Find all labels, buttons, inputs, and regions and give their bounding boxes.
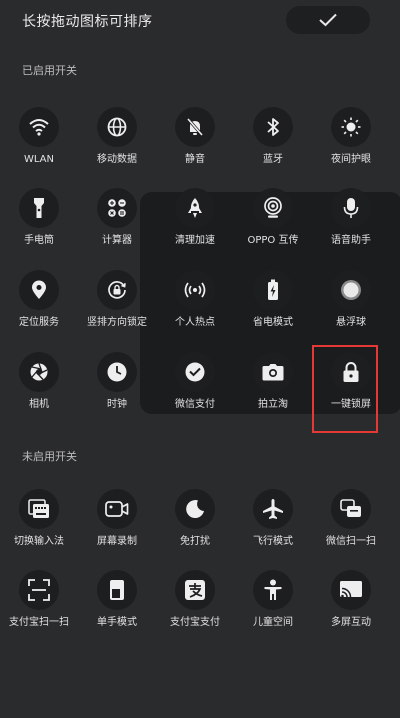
calculator-icon	[97, 188, 137, 228]
toggle-voice-assistant[interactable]: 语音助手	[312, 188, 390, 268]
toggle-label: 悬浮球	[336, 317, 366, 328]
toggle-label: 飞行模式	[253, 536, 293, 547]
rotation-lock-icon	[97, 270, 137, 310]
bluetooth-icon	[253, 107, 293, 147]
keyboard-icon	[19, 489, 59, 529]
check-icon	[319, 13, 337, 27]
location-icon	[19, 270, 59, 310]
toggle-hotspot[interactable]: 个人热点	[156, 270, 234, 350]
toggle-label: 时钟	[107, 399, 127, 410]
toggle-label: 静音	[185, 154, 205, 165]
toggle-pailitao[interactable]: 拍立淘	[234, 352, 312, 432]
toggle-label: 个人热点	[175, 317, 215, 328]
confirm-button[interactable]	[286, 6, 370, 34]
share-signal-icon	[253, 188, 293, 228]
video-record-icon	[97, 489, 137, 529]
airplane-icon	[253, 489, 293, 529]
toggle-label: 微信扫一扫	[326, 536, 376, 547]
mute-bell-icon	[175, 107, 215, 147]
toggle-label: 单手模式	[97, 617, 137, 628]
wifi-icon	[19, 107, 59, 147]
toggle-wlan[interactable]: WLAN	[0, 107, 78, 187]
toggle-calculator[interactable]: 计算器	[78, 188, 156, 268]
toggle-label: 竖排方向锁定	[87, 317, 147, 328]
toggle-location[interactable]: 定位服务	[0, 270, 78, 350]
toggle-label: 计算器	[102, 235, 132, 246]
wechat-scan-icon	[331, 489, 371, 529]
aperture-icon	[19, 352, 59, 392]
toggle-camera[interactable]: 相机	[0, 352, 78, 432]
toggle-label: 夜间护眼	[331, 154, 371, 165]
toggle-label: 定位服务	[19, 317, 59, 328]
toggle-rotation-lock[interactable]: 竖排方向锁定	[78, 270, 156, 350]
toggle-screen-record[interactable]: 屏幕录制	[78, 489, 156, 569]
toggle-label: 免打扰	[180, 536, 210, 547]
toggle-battery-saver[interactable]: 省电模式	[234, 270, 312, 350]
alipay-icon	[175, 570, 215, 610]
globe-icon	[97, 107, 137, 147]
toggle-label: 省电模式	[253, 317, 293, 328]
toggle-label: 切换输入法	[14, 536, 64, 547]
one-hand-icon	[97, 570, 137, 610]
hotspot-icon	[175, 270, 215, 310]
toggle-do-not-disturb[interactable]: 免打扰	[156, 489, 234, 569]
toggle-floating-ball[interactable]: 悬浮球	[312, 270, 390, 350]
toggle-label: 支付宝支付	[170, 617, 220, 628]
toggle-label: 清理加速	[175, 235, 215, 246]
moon-icon	[175, 489, 215, 529]
battery-saver-icon	[253, 270, 293, 310]
toggle-switch-input[interactable]: 切换输入法	[0, 489, 78, 569]
toggle-multi-screen[interactable]: 多屏互动	[312, 570, 390, 650]
night-eye-icon	[331, 107, 371, 147]
flashlight-icon	[19, 188, 59, 228]
toggle-mobile-data[interactable]: 移动数据	[78, 107, 156, 187]
toggle-night-eye[interactable]: 夜间护眼	[312, 107, 390, 187]
toggle-label: 移动数据	[97, 154, 137, 165]
toggle-alipay-scan[interactable]: 支付宝扫一扫	[0, 570, 78, 650]
camera-icon	[253, 352, 293, 392]
toggle-mute[interactable]: 静音	[156, 107, 234, 187]
toggle-wechat-scan[interactable]: 微信扫一扫	[312, 489, 390, 569]
toggle-flashlight[interactable]: 手电筒	[0, 188, 78, 268]
toggle-clock[interactable]: 时钟	[78, 352, 156, 432]
toggle-bluetooth[interactable]: 蓝牙	[234, 107, 312, 187]
toggle-alipay-pay[interactable]: 支付宝支付	[156, 570, 234, 650]
microphone-icon	[331, 188, 371, 228]
toggle-label: 蓝牙	[263, 154, 283, 165]
page-title: 长按拖动图标可排序	[22, 14, 153, 30]
toggle-label: OPPO 互传	[247, 235, 299, 246]
toggle-airplane[interactable]: 飞行模式	[234, 489, 312, 569]
highlight-box	[312, 345, 378, 433]
cast-screen-icon	[331, 570, 371, 610]
toggle-cleanup[interactable]: 清理加速	[156, 188, 234, 268]
disabled-section-label: 未启用开关	[22, 450, 77, 463]
toggle-label: 拍立淘	[258, 399, 288, 410]
toggle-label: 手电筒	[24, 235, 54, 246]
toggle-label: 多屏互动	[331, 617, 371, 628]
child-icon	[253, 570, 293, 610]
toggle-label: 儿童空间	[253, 617, 293, 628]
wechat-pay-icon	[175, 352, 215, 392]
toggle-label: 相机	[29, 399, 49, 410]
enabled-section-label: 已启用开关	[22, 64, 77, 77]
toggle-label: 支付宝扫一扫	[9, 617, 69, 628]
top-bar: 长按拖动图标可排序	[0, 0, 400, 40]
toggle-label: 语音助手	[331, 235, 371, 246]
toggle-one-hand[interactable]: 单手模式	[78, 570, 156, 650]
clock-icon	[97, 352, 137, 392]
rocket-icon	[175, 188, 215, 228]
toggle-label: 微信支付	[175, 399, 215, 410]
toggle-label: 屏幕录制	[97, 536, 137, 547]
floating-ball-icon	[331, 270, 371, 310]
toggle-wechat-pay[interactable]: 微信支付	[156, 352, 234, 432]
toggle-kids-space[interactable]: 儿童空间	[234, 570, 312, 650]
toggle-oppo-share[interactable]: OPPO 互传	[234, 188, 312, 268]
toggle-label: WLAN	[23, 154, 54, 165]
scan-frame-icon	[19, 570, 59, 610]
